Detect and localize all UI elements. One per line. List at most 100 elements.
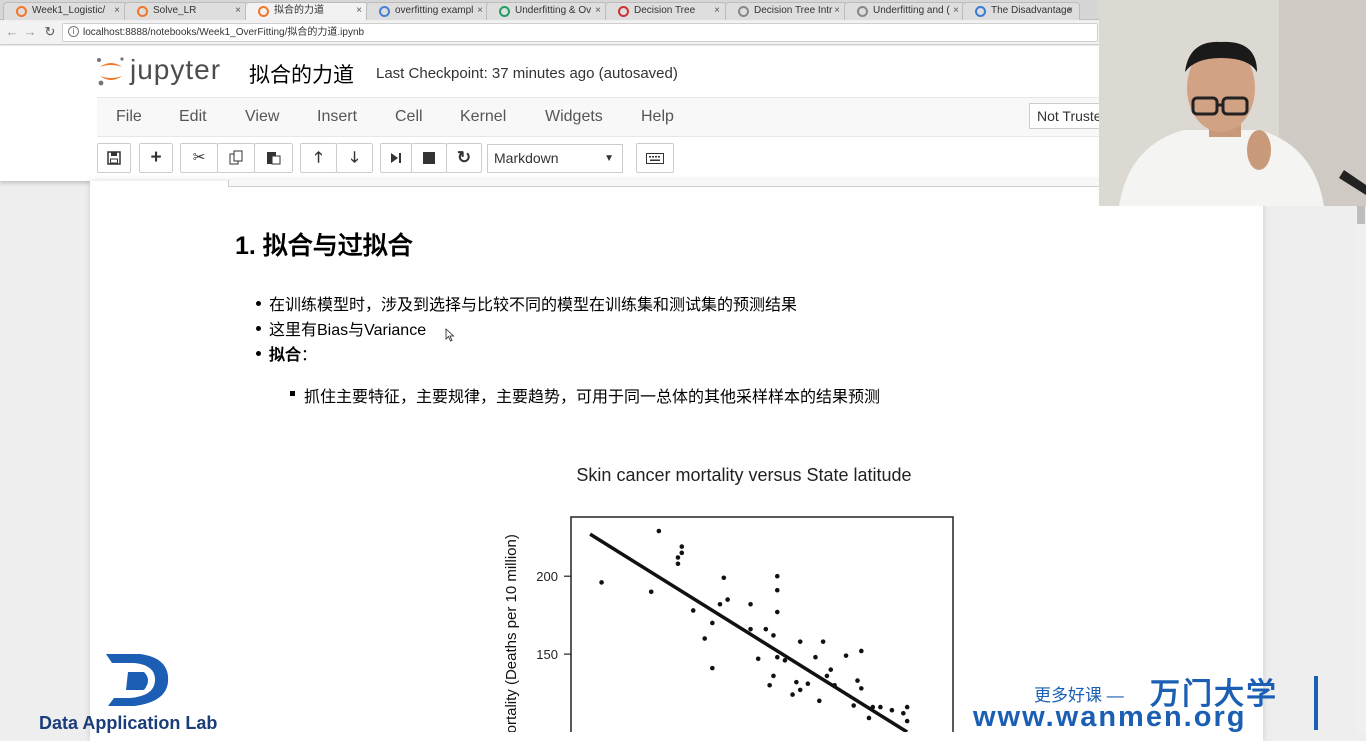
- browser-tab[interactable]: overfitting exampl ×: [366, 2, 490, 20]
- paste-button[interactable]: [254, 143, 293, 173]
- tab-close-icon[interactable]: ×: [834, 3, 840, 19]
- y-axis-label: Mortality (Deaths per 10 million): [503, 534, 520, 732]
- bold-term: 拟合: [269, 347, 302, 364]
- data-point: [774, 609, 780, 615]
- tab-close-icon[interactable]: ×: [477, 3, 483, 19]
- url-text: localhost:8888/notebooks/Week1_OverFitti…: [83, 27, 365, 38]
- tab-label: Decision Tree Intr: [754, 5, 833, 16]
- tab-close-icon[interactable]: ×: [714, 3, 720, 19]
- data-point: [690, 608, 696, 613]
- scrollbar[interactable]: [1356, 206, 1366, 732]
- back-icon[interactable]: ←: [4, 24, 20, 39]
- tab-close-icon[interactable]: ×: [356, 3, 362, 19]
- menu-edit[interactable]: Edit: [179, 108, 207, 126]
- jupyter-logo-icon[interactable]: [96, 56, 126, 86]
- stop-icon: [423, 152, 435, 164]
- data-point: [710, 620, 715, 626]
- browser-tab[interactable]: The Disadvantage ×: [962, 2, 1080, 20]
- tab-favicon-icon: [258, 6, 269, 17]
- data-point: [774, 573, 780, 579]
- data-point: [813, 654, 818, 660]
- data-point: [679, 544, 685, 549]
- menu-file[interactable]: File: [116, 108, 142, 126]
- run-button[interactable]: [380, 143, 412, 173]
- menu-cell[interactable]: Cell: [395, 108, 423, 126]
- data-point: [675, 561, 681, 567]
- copy-button[interactable]: [217, 143, 255, 173]
- arrow-down-icon: 🡓: [350, 149, 359, 166]
- data-point: [859, 648, 864, 654]
- tab-label: Decision Tree: [634, 5, 696, 16]
- data-point: [805, 681, 811, 687]
- save-button[interactable]: [97, 143, 131, 173]
- list-item: 在训练模型时，涉及到选择与比较不同的模型在训练集和测试集的预测结果: [269, 297, 798, 314]
- data-point: [797, 639, 803, 644]
- plus-icon: +: [150, 147, 162, 168]
- browser-tab[interactable]: Decision Tree Intr ×: [725, 2, 847, 20]
- tab-close-icon[interactable]: ×: [235, 3, 241, 19]
- checkpoint-status: Last Checkpoint: 37 minutes ago (autosav…: [376, 65, 678, 82]
- tab-label: The Disadvantage: [991, 5, 1073, 16]
- menu-widgets[interactable]: Widgets: [545, 108, 603, 126]
- data-point: [656, 528, 662, 534]
- reload-icon[interactable]: ↻: [42, 24, 58, 40]
- tab-favicon-icon: [857, 6, 868, 17]
- data-point: [717, 601, 723, 607]
- insert-cell-button[interactable]: +: [139, 143, 173, 173]
- restart-kernel-button[interactable]: ↻: [446, 143, 482, 173]
- data-point: [771, 633, 776, 638]
- data-point: [774, 654, 780, 660]
- data-point: [851, 703, 856, 708]
- browser-tab[interactable]: Solve_LR ×: [124, 2, 248, 20]
- tab-close-icon[interactable]: ×: [1067, 3, 1073, 19]
- jupyter-logo-text[interactable]: jupyter: [130, 54, 221, 86]
- y-tick-label: 200: [536, 569, 558, 584]
- menu-kernel[interactable]: Kernel: [460, 108, 506, 126]
- menu-insert[interactable]: Insert: [317, 108, 357, 126]
- data-point: [767, 682, 772, 688]
- data-point: [675, 555, 681, 560]
- presenter-video-icon: [1099, 0, 1366, 206]
- list-item: 拟合：: [269, 341, 317, 365]
- data-point: [820, 639, 826, 644]
- bullet-dot: [256, 326, 261, 331]
- site-info-icon[interactable]: i: [68, 26, 79, 37]
- move-down-button[interactable]: 🡓: [336, 143, 373, 173]
- browser-tab[interactable]: Underfitting & Ov ×: [486, 2, 608, 20]
- forward-icon[interactable]: →: [22, 24, 38, 39]
- browser-tab[interactable]: Underfitting and (×: [844, 2, 966, 20]
- browser-tab[interactable]: Week1_Logistic/ ×: [3, 2, 127, 20]
- tab-close-icon[interactable]: ×: [114, 3, 120, 19]
- menu-help[interactable]: Help: [641, 108, 674, 126]
- scrollbar-thumb[interactable]: [1357, 206, 1365, 224]
- tab-favicon-icon: [618, 6, 629, 17]
- tab-close-icon[interactable]: ×: [595, 3, 601, 19]
- url-input[interactable]: i localhost:8888/notebooks/Week1_OverFit…: [62, 23, 1098, 42]
- data-point: [904, 718, 910, 724]
- cut-button[interactable]: ✂: [180, 143, 218, 173]
- data-point: [866, 715, 872, 721]
- bold-term-suffix: ：: [301, 347, 318, 364]
- cell-type-value: Markdown: [494, 150, 559, 166]
- tab-label: Solve_LR: [153, 5, 197, 16]
- menu-view[interactable]: View: [245, 108, 279, 126]
- browser-tab[interactable]: Decision Tree ×: [605, 2, 727, 20]
- data-point: [904, 704, 910, 710]
- tab-close-icon[interactable]: ×: [953, 3, 959, 19]
- bullet-dot: [256, 351, 261, 356]
- data-application-lab-logo: [106, 654, 169, 706]
- browser-tab[interactable]: 拟合的力道 ×: [245, 2, 369, 20]
- data-point: [817, 698, 822, 704]
- data-point: [774, 587, 780, 593]
- chevron-down-icon: ▼: [604, 153, 614, 164]
- data-point: [824, 673, 830, 679]
- notebook-name[interactable]: 拟合的力道: [249, 59, 354, 89]
- data-application-lab-text: Data Application Lab: [39, 713, 218, 733]
- data-point: [901, 711, 906, 716]
- cell-type-select[interactable]: Markdown ▼: [487, 144, 623, 173]
- command-palette-button[interactable]: [636, 143, 674, 173]
- data-point: [794, 679, 799, 685]
- move-up-button[interactable]: 🡑: [300, 143, 337, 173]
- previous-cell-edge: [228, 180, 1100, 187]
- interrupt-button[interactable]: [411, 143, 447, 173]
